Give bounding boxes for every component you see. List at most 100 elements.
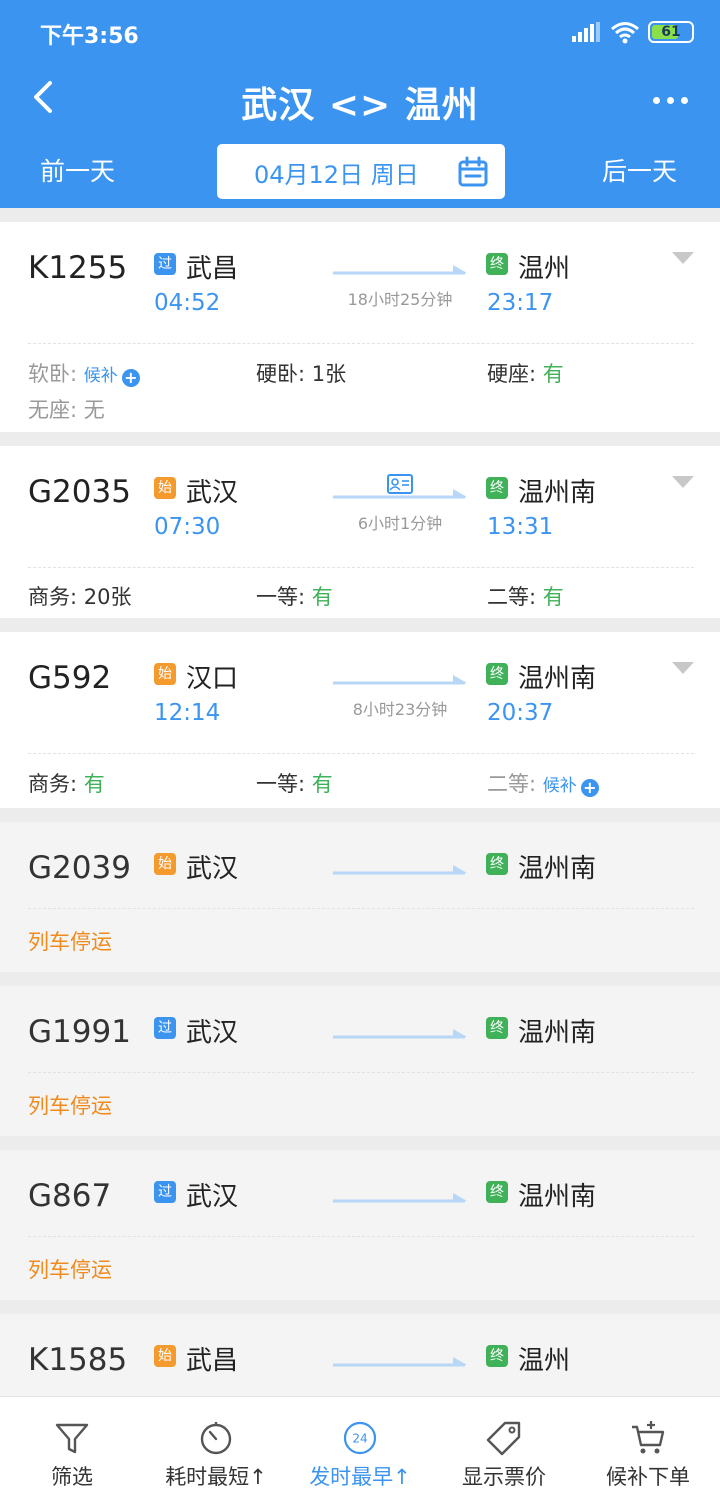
signal-icon (572, 22, 600, 42)
pass-badge: 过 (154, 253, 176, 275)
divider (28, 753, 694, 754)
next-day-button[interactable]: 后一天 (602, 152, 677, 188)
calendar-icon (458, 156, 488, 187)
waitlist-link[interactable]: 候补 (543, 776, 577, 796)
divider (28, 1072, 694, 1073)
back-button[interactable] (18, 72, 68, 122)
seat-soft-sleeper: 软卧: 候补 + (28, 358, 140, 388)
train-card-k1255[interactable]: K1255 过 武昌 04:52 18小时25分钟 终 温州 23:17 软卧:… (0, 222, 720, 432)
train-number: G867 (28, 1178, 112, 1214)
add-waitlist-icon[interactable]: + (580, 779, 599, 797)
tab-filter[interactable]: 筛选 (0, 1397, 144, 1499)
from-station: 武汉 (186, 1182, 239, 1212)
expand-triangle-icon[interactable] (672, 476, 694, 488)
from-station: 武汉 (186, 1018, 239, 1048)
divider (28, 908, 694, 909)
add-waitlist-icon[interactable]: + (121, 369, 140, 387)
tab-earliest-departure[interactable]: 24 发时最早↑ (288, 1397, 432, 1499)
end-badge: 终 (486, 1017, 508, 1039)
divider (28, 567, 694, 568)
to-station: 温州南 (518, 664, 597, 694)
battery-icon: 61 (648, 21, 694, 43)
route-arrow-icon (333, 1193, 467, 1203)
train-card-g1991[interactable]: G1991 过 武汉 终 温州南 列车停运 (0, 986, 720, 1136)
start-badge: 始 (154, 477, 176, 499)
seat-first-class: 一等: 有 (256, 772, 333, 796)
train-number: G1991 (28, 1014, 131, 1050)
train-card-g592[interactable]: G592 始 汉口 12:14 8小时23分钟 终 温州南 20:37 商务: … (0, 632, 720, 808)
to-station: 温州 (518, 254, 571, 284)
arrival-time: 23:17 (487, 290, 554, 316)
date-text: 04月12日 周日 (254, 161, 419, 189)
end-badge: 终 (486, 1181, 508, 1203)
seat-business: 商务: 20张 (28, 585, 132, 609)
train-card-g2035[interactable]: G2035 始 武汉 07:30 6小时1分钟 终 温州南 13:31 商务: … (0, 446, 720, 618)
end-badge: 终 (486, 853, 508, 875)
seat-first-class: 一等: 有 (256, 585, 333, 609)
to-station: 温州南 (518, 1018, 597, 1048)
start-badge: 始 (154, 1345, 176, 1367)
wifi-icon (611, 22, 639, 44)
train-card-k1585[interactable]: K1585 始 武昌 终 温州 (0, 1314, 720, 1396)
arrival-time: 20:37 (487, 700, 554, 726)
train-number: K1255 (28, 250, 128, 286)
route-arrow-icon (333, 489, 467, 499)
price-tag-icon (486, 1421, 521, 1456)
seat-hard-seat: 硬座: 有 (487, 362, 564, 386)
header: 下午3:56 61 武汉 <> 温州 前一天 04月12日 周日 后一天 (0, 0, 720, 208)
from-station: 武昌 (186, 1346, 239, 1376)
departure-time: 07:30 (154, 514, 221, 540)
page-title: 武汉 <> 温州 (241, 85, 479, 126)
duration: 6小时1分钟 (357, 514, 443, 533)
chevron-left-icon (34, 81, 52, 113)
train-number: K1585 (28, 1342, 128, 1378)
start-badge: 始 (154, 853, 176, 875)
status-stopped: 列车停运 (28, 1094, 112, 1118)
seat-hard-sleeper: 硬卧: 1张 (256, 362, 347, 386)
train-number: G2035 (28, 474, 131, 510)
tab-waitlist-order[interactable]: 候补下单 (576, 1397, 720, 1499)
bottom-toolbar: 筛选 耗时最短↑ 24 发时最早↑ 显示票价 候补下单 (0, 1396, 720, 1499)
divider (28, 1236, 694, 1237)
expand-triangle-icon[interactable] (672, 252, 694, 264)
from-station: 武汉 (186, 854, 239, 884)
end-badge: 终 (486, 477, 508, 499)
route-arrow-icon (333, 865, 467, 875)
from-station: 武昌 (186, 254, 239, 284)
pass-badge: 过 (154, 1181, 176, 1203)
departure-time: 04:52 (154, 290, 221, 316)
departure-time: 12:14 (154, 700, 221, 726)
status-time: 下午3:56 (40, 24, 139, 49)
waitlist-link[interactable]: 候补 (84, 366, 118, 386)
timer-icon (200, 1422, 232, 1455)
svg-text:24: 24 (352, 1432, 367, 1446)
from-station: 武汉 (186, 478, 239, 508)
duration: 18小时25分钟 (347, 290, 453, 309)
seat-second-class: 二等: 有 (487, 585, 564, 609)
status-bar: 下午3:56 61 (0, 0, 720, 62)
more-dots-icon (652, 96, 660, 104)
expand-triangle-icon[interactable] (672, 662, 694, 674)
duration: 8小时23分钟 (352, 700, 448, 719)
pass-badge: 过 (154, 1017, 176, 1039)
tab-show-price[interactable]: 显示票价 (432, 1397, 576, 1499)
prev-day-button[interactable]: 前一天 (40, 152, 115, 188)
seat-second-class: 二等: 候补 + (487, 768, 599, 798)
train-number: G2039 (28, 850, 131, 886)
route-arrow-icon (333, 1029, 467, 1039)
train-card-g867[interactable]: G867 过 武汉 终 温州南 列车停运 (0, 1150, 720, 1300)
tab-shortest-duration[interactable]: 耗时最短↑ (144, 1397, 288, 1499)
end-badge: 终 (486, 1345, 508, 1367)
more-button[interactable] (640, 80, 700, 120)
filter-icon (55, 1423, 89, 1454)
route-arrow-icon (333, 1357, 467, 1367)
clock-24-icon: 24 (343, 1421, 377, 1455)
seat-business: 商务: 有 (28, 772, 105, 796)
to-station: 温州南 (518, 854, 597, 884)
date-picker[interactable]: 04月12日 周日 (217, 144, 505, 199)
status-stopped: 列车停运 (28, 930, 112, 954)
end-badge: 终 (486, 253, 508, 275)
route-arrow-icon (333, 265, 467, 275)
seat-no-seat: 无座: 无 (28, 398, 105, 422)
train-card-g2039[interactable]: G2039 始 武汉 终 温州南 列车停运 (0, 822, 720, 972)
